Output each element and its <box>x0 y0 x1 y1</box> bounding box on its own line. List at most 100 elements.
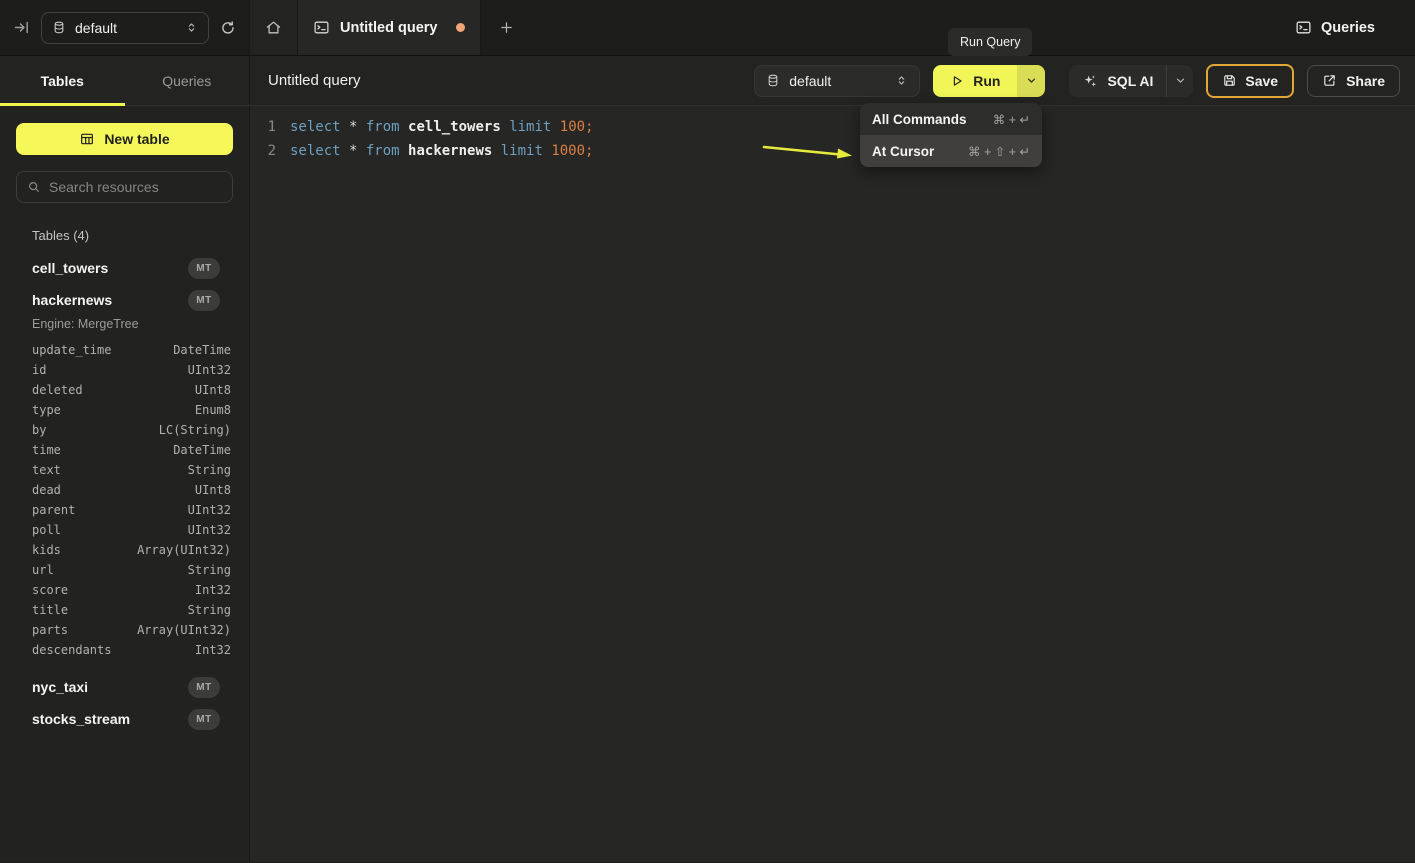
column-name: deleted <box>32 383 83 397</box>
home-icon <box>265 19 282 36</box>
unsaved-dot <box>456 23 465 32</box>
run-split-button: Run <box>933 65 1045 97</box>
table-engine-badge: MT <box>188 258 220 279</box>
new-table-button[interactable]: New table <box>16 123 233 155</box>
code-token: cell_towers <box>408 119 509 135</box>
column-name: by <box>32 423 46 437</box>
table-engine-badge: MT <box>188 290 220 311</box>
run-button[interactable]: Run <box>933 65 1017 97</box>
column-row: timeDateTime <box>16 440 233 460</box>
run-dropdown-menu: All Commands ⌘ + ↵ At Cursor⌘ + ⇧ + ↵ <box>860 103 1042 167</box>
refresh-icon <box>220 20 236 36</box>
column-type: DateTime <box>173 343 231 357</box>
column-name: dead <box>32 483 61 497</box>
collapse-sidebar-button[interactable] <box>13 19 30 36</box>
content: New table Tables (4) cell_towersMThacker… <box>0 106 1415 862</box>
column-type: UInt8 <box>195 383 231 397</box>
tab-untitled-query[interactable]: Untitled query <box>297 0 481 55</box>
database-icon <box>766 73 780 88</box>
table-name: hackernews <box>32 292 112 308</box>
table-engine-badge: MT <box>188 677 220 698</box>
table-row[interactable]: stocks_streamMT <box>16 703 233 735</box>
column-row: kidsArray(UInt32) <box>16 540 233 560</box>
run-label: Run <box>973 73 1000 89</box>
column-row: idUInt32 <box>16 360 233 380</box>
topbar-left: default <box>0 0 250 55</box>
new-table-label: New table <box>104 131 169 147</box>
menu-item-all-commands[interactable]: All Commands ⌘ + ↵ <box>860 103 1042 135</box>
second-row: Tables Queries Untitled query default Ru… <box>0 56 1415 106</box>
share-label: Share <box>1346 73 1385 89</box>
table-row[interactable]: nyc_taxiMT <box>16 671 233 703</box>
search-icon <box>27 180 41 194</box>
run-dropdown-button[interactable] <box>1017 65 1045 97</box>
column-type: DateTime <box>173 443 231 457</box>
terminal-icon <box>1295 19 1312 36</box>
menu-item-label: All Commands <box>872 112 967 127</box>
column-type: UInt32 <box>188 523 231 537</box>
chevrons-updown-icon <box>185 20 198 35</box>
column-name: update_time <box>32 343 111 357</box>
menu-item-shortcut: ⌘ + ↵ <box>993 112 1030 127</box>
column-row: update_time DateTime <box>16 340 233 360</box>
queries-panel-label: Queries <box>1321 20 1375 36</box>
code-token: ; <box>585 143 593 159</box>
new-tab-button[interactable] <box>481 0 531 55</box>
topbar-database-select[interactable]: default <box>41 12 209 44</box>
column-type: LC(String) <box>159 423 231 437</box>
column-name: title <box>32 603 68 617</box>
column-name: descendants <box>32 643 111 657</box>
refresh-button[interactable] <box>220 20 236 36</box>
table-engine-badge: MT <box>188 709 220 730</box>
column-row: urlString <box>16 560 233 580</box>
sidebar-tab-tables[interactable]: Tables <box>0 56 125 105</box>
column-row: partsArray(UInt32) <box>16 620 233 640</box>
menu-item-at-cursor[interactable]: At Cursor⌘ + ⇧ + ↵ <box>860 135 1042 167</box>
search-input[interactable] <box>49 179 222 195</box>
sql-ai-dropdown-button[interactable] <box>1167 65 1193 97</box>
save-label: Save <box>1245 73 1278 89</box>
sql-ai-button[interactable]: SQL AI <box>1069 65 1167 97</box>
chevron-down-icon <box>1026 75 1037 86</box>
column-row: dead UInt8 <box>16 480 233 500</box>
active-tab-underline <box>0 103 125 106</box>
topbar-database-value: default <box>75 20 117 36</box>
code-token: 100 <box>560 119 585 135</box>
column-name: url <box>32 563 54 577</box>
query-toolbar: Untitled query default Run <box>250 56 1415 105</box>
table-icon <box>79 131 95 147</box>
column-type: Int32 <box>195 583 231 597</box>
column-row: typeEnum8 <box>16 400 233 420</box>
code-token: from <box>366 143 408 159</box>
toolbar-database-value: default <box>789 73 831 89</box>
code-line: 1select * from cell_towers limit 100; <box>250 115 1415 139</box>
code-line: 2select * from hackernews limit 1000; <box>250 139 1415 163</box>
code-token: select <box>290 143 349 159</box>
sidebar: New table Tables (4) cell_towersMThacker… <box>0 106 250 862</box>
toolbar-database-select[interactable]: default <box>754 65 920 97</box>
share-button[interactable]: Share <box>1307 65 1400 97</box>
column-type: UInt32 <box>188 503 231 517</box>
code-token: limit <box>509 119 560 135</box>
column-name: poll <box>32 523 61 537</box>
save-button[interactable]: Save <box>1206 64 1294 98</box>
tab-title: Untitled query <box>340 20 437 36</box>
table-row[interactable]: hackernews MT <box>16 284 233 316</box>
database-icon <box>52 20 66 35</box>
table-row[interactable]: cell_towersMT <box>16 252 233 284</box>
column-type: String <box>188 463 231 477</box>
sql-editor[interactable]: 1select * from cell_towers limit 100;2se… <box>250 106 1415 862</box>
search-box <box>16 171 233 203</box>
terminal-icon <box>313 19 330 36</box>
column-type: UInt8 <box>195 483 231 497</box>
code-text: select * from hackernews limit 1000; <box>290 143 593 159</box>
chevrons-updown-icon <box>895 73 908 88</box>
table-engine-label: Engine: MergeTree <box>16 317 233 331</box>
tab-home[interactable] <box>250 0 297 55</box>
column-row: titleString <box>16 600 233 620</box>
queries-panel-button[interactable]: Queries <box>1295 0 1415 55</box>
collapse-sidebar-icon <box>13 19 30 36</box>
sidebar-tab-queries[interactable]: Queries <box>125 56 250 105</box>
code-token: select <box>290 119 349 135</box>
column-type: Array(UInt32) <box>137 623 231 637</box>
